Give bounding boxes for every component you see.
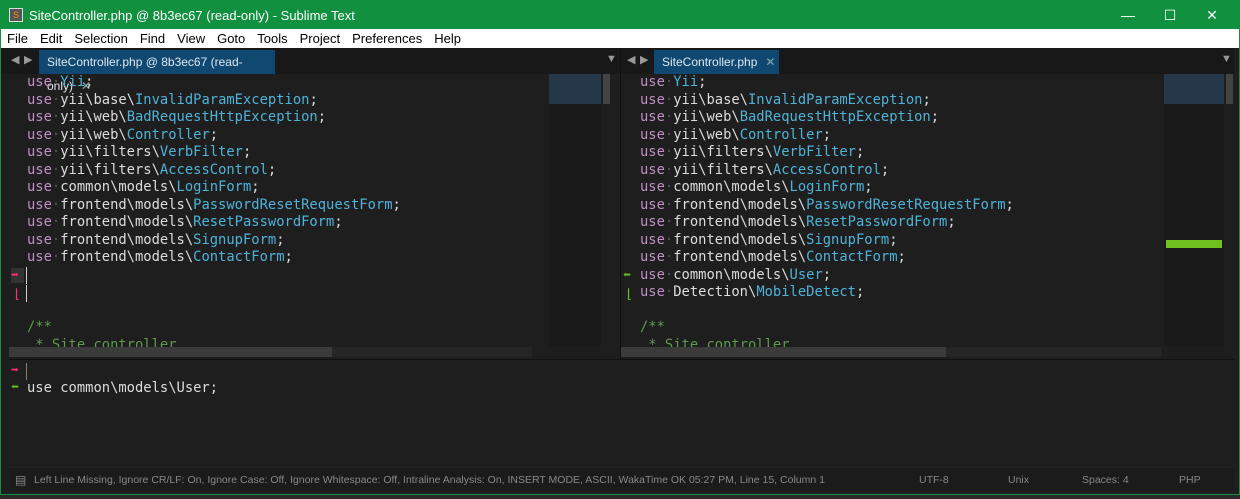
right-editor-pane: ◀ ▶ SiteController.php ✕ ▼ use·Yii; use·yi… — [620, 48, 1234, 359]
code-area-left[interactable]: use·Yii; use·yii\base\InvalidParamExcepti… — [1, 74, 541, 347]
status-bar: ▤ Left Line Missing, Ignore CR/LF: On, I… — [9, 467, 1234, 491]
minimize-button[interactable]: — — [1105, 1, 1151, 29]
sublime-window: S SiteController.php @ 8b3ec67 (read-onl… — [0, 0, 1240, 495]
vertical-scrollbar-left[interactable] — [601, 74, 611, 347]
code-line: use·Yii; — [640, 74, 707, 90]
close-button[interactable]: ✕ — [1189, 1, 1235, 29]
code-line: use·yii\web\Controller; — [27, 126, 219, 143]
code-line: use·yii\filters\AccessControl; — [27, 161, 277, 178]
code-line: use·frontend\models\SignupForm; — [27, 231, 285, 248]
menu-help[interactable]: Help — [428, 31, 467, 46]
code-line: use·yii\filters\VerbFilter; — [640, 144, 865, 160]
removed-arrow-icon: ➡ — [11, 268, 24, 283]
tab-dropdown-icon[interactable]: ▼ — [1221, 53, 1232, 65]
minimap-left[interactable] — [549, 74, 601, 347]
removed-arrow-icon: ➡ — [11, 363, 19, 378]
tab-bar: ◀ ▶ SiteController.php @ 8b3ec67 (read-o… — [1, 48, 620, 93]
tab-right-arrow-icon[interactable]: ▶ — [24, 53, 32, 66]
code-line: use·yii\base\InvalidParamException; — [640, 91, 931, 108]
tab-left-file[interactable]: SiteController.php @ 8b3ec67 (read-only)… — [39, 50, 275, 93]
tab-right-file[interactable]: SiteController.php ✕ — [654, 50, 779, 74]
window-title: SiteController.php @ 8b3ec67 (read-only)… — [29, 7, 355, 23]
tab-right-arrow-icon[interactable]: ▶ — [640, 53, 648, 66]
sublime-app-icon: S — [9, 8, 23, 22]
status-indentation[interactable]: Spaces: 4 — [1082, 468, 1129, 492]
code-line: use·common\models\LoginForm; — [640, 179, 873, 195]
menu-find[interactable]: Find — [134, 31, 171, 46]
maximize-button[interactable]: ☐ — [1147, 1, 1193, 29]
tab-left-arrow-icon[interactable]: ◀ — [11, 53, 19, 66]
code-line: use·common\models\LoginForm; — [27, 179, 260, 195]
code-line: use·yii\web\BadRequestHttpException; — [27, 109, 327, 125]
code-line: use·common\models\User; — [640, 266, 832, 283]
code-comment: /** — [27, 319, 52, 335]
tab-left-arrow-icon[interactable]: ◀ — [627, 53, 635, 66]
menu-view[interactable]: View — [171, 31, 211, 46]
code-line: use·yii\filters\VerbFilter; — [27, 144, 252, 160]
menu-tools[interactable]: Tools — [251, 31, 293, 46]
code-comment: * Site controller — [27, 336, 177, 348]
code-comment: * Site controller — [640, 336, 790, 348]
vertical-scrollbar-right[interactable] — [1224, 74, 1234, 347]
horizontal-scrollbar-right[interactable] — [621, 347, 1161, 357]
diff-detail-panel: ➡ ⬅ use common\models\User; — [9, 359, 1234, 467]
menu-preferences[interactable]: Preferences — [346, 31, 428, 46]
code-line: use·frontend\models\ResetPasswordForm; — [27, 214, 343, 230]
code-line: use·frontend\models\PasswordResetRequest… — [27, 196, 401, 213]
status-encoding[interactable]: UTF-8 — [919, 468, 949, 492]
code-line: use·yii\web\BadRequestHttpException; — [640, 109, 940, 125]
code-line: use·Yii; — [27, 74, 94, 90]
code-line: use·frontend\models\ContactForm; — [27, 249, 293, 265]
added-arrow-icon: ⬅ — [623, 268, 631, 283]
menu-selection[interactable]: Selection — [68, 31, 133, 46]
diff-added-line: use common\models\User; — [27, 380, 219, 396]
menu-edit[interactable]: Edit — [34, 31, 68, 46]
code-line: use·frontend\models\ResetPasswordForm; — [640, 214, 956, 230]
panel-toggle-icon[interactable]: ▤ — [15, 468, 26, 492]
code-line: use·Detection\MobileDetect; — [640, 284, 865, 300]
removed-bracket-icon: ⌊ — [13, 287, 21, 302]
left-editor-pane: ◀ ▶ SiteController.php @ 8b3ec67 (read-o… — [1, 48, 620, 359]
status-syntax[interactable]: PHP — [1179, 468, 1201, 492]
menu-project[interactable]: Project — [294, 31, 346, 46]
added-bracket-icon: ⌊ — [625, 287, 633, 302]
minimap-right[interactable] — [1164, 74, 1224, 347]
code-line: use·frontend\models\SignupForm; — [640, 231, 898, 248]
tab-close-icon[interactable]: ✕ — [765, 55, 775, 69]
tab-bar: ◀ ▶ SiteController.php ✕ ▼ — [621, 48, 1234, 74]
code-line: use·yii\filters\AccessControl; — [640, 161, 890, 178]
menu-bar: File Edit Selection Find View Goto Tools… — [1, 29, 1239, 48]
menu-file[interactable]: File — [1, 31, 34, 46]
status-line-endings[interactable]: Unix — [1008, 468, 1029, 492]
code-line: use·frontend\models\ContactForm; — [640, 249, 906, 265]
menu-goto[interactable]: Goto — [211, 31, 251, 46]
code-line: use·frontend\models\PasswordResetRequest… — [640, 196, 1014, 213]
status-message: Left Line Missing, Ignore CR/LF: On, Ign… — [34, 474, 825, 486]
code-area-right[interactable]: use·Yii; use·yii\base\InvalidParamExcepti… — [614, 74, 1154, 347]
code-line: use·yii\base\InvalidParamException; — [27, 91, 318, 108]
added-arrow-icon: ⬅ — [11, 380, 19, 395]
horizontal-scrollbar-left[interactable] — [9, 347, 532, 357]
code-comment: /** — [640, 319, 665, 335]
tab-dropdown-icon[interactable]: ▼ — [606, 53, 617, 65]
tab-label: SiteController.php — [662, 55, 758, 69]
code-line: use·yii\web\Controller; — [640, 126, 832, 143]
title-bar: S SiteController.php @ 8b3ec67 (read-onl… — [1, 1, 1239, 29]
